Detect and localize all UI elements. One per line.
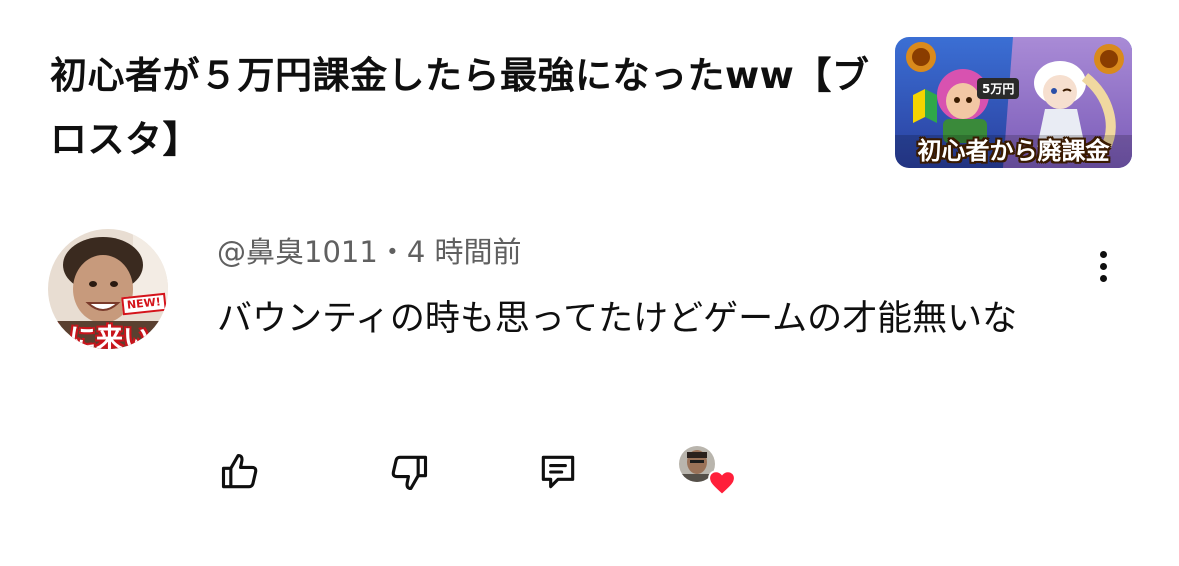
video-header: 初心者が５万円課金したら最強になったww【ブロスタ】 5万円 初心者から廃課金 bbox=[0, 0, 1179, 190]
like-button[interactable] bbox=[216, 448, 264, 496]
comment-meta: @鼻臭1011・4 時間前 bbox=[217, 234, 522, 270]
thumbnail-caption: 初心者から廃課金 bbox=[917, 137, 1110, 165]
thumbs-up-icon bbox=[221, 453, 258, 489]
meta-separator: ・ bbox=[377, 235, 407, 269]
dot bbox=[1099, 262, 1107, 270]
heart-icon bbox=[708, 470, 736, 496]
comment-author-handle[interactable]: @鼻臭1011 bbox=[217, 235, 378, 269]
avatar-caption: 人に来い bbox=[48, 324, 150, 349]
creator-heart-badge[interactable] bbox=[679, 446, 739, 502]
more-options-button[interactable] bbox=[1085, 242, 1121, 290]
comment-icon bbox=[541, 455, 575, 489]
thumbs-down-icon bbox=[391, 455, 428, 491]
dislike-button[interactable] bbox=[385, 448, 433, 496]
three-dots-vertical-icon bbox=[1099, 250, 1107, 258]
video-title[interactable]: 初心者が５万円課金したら最強になったww【ブロスタ】 bbox=[50, 44, 880, 172]
commenter-avatar[interactable]: NEW! 人に来い bbox=[48, 229, 168, 349]
video-thumbnail[interactable]: 5万円 初心者から廃課金 bbox=[895, 37, 1132, 168]
thumbnail-price-tag: 5万円 bbox=[977, 78, 1020, 99]
comment-timestamp: 4 時間前 bbox=[406, 235, 522, 269]
comment-thread: NEW! 人に来い @鼻臭1011・4 時間前 バウンティの時も思ってたけどゲー… bbox=[0, 220, 1179, 520]
dot bbox=[1099, 274, 1107, 282]
comment-actions bbox=[0, 448, 1179, 504]
reply-button[interactable] bbox=[534, 448, 582, 496]
comment-text: バウンティの時も思ってたけどゲームの才能無いな bbox=[217, 299, 1018, 339]
